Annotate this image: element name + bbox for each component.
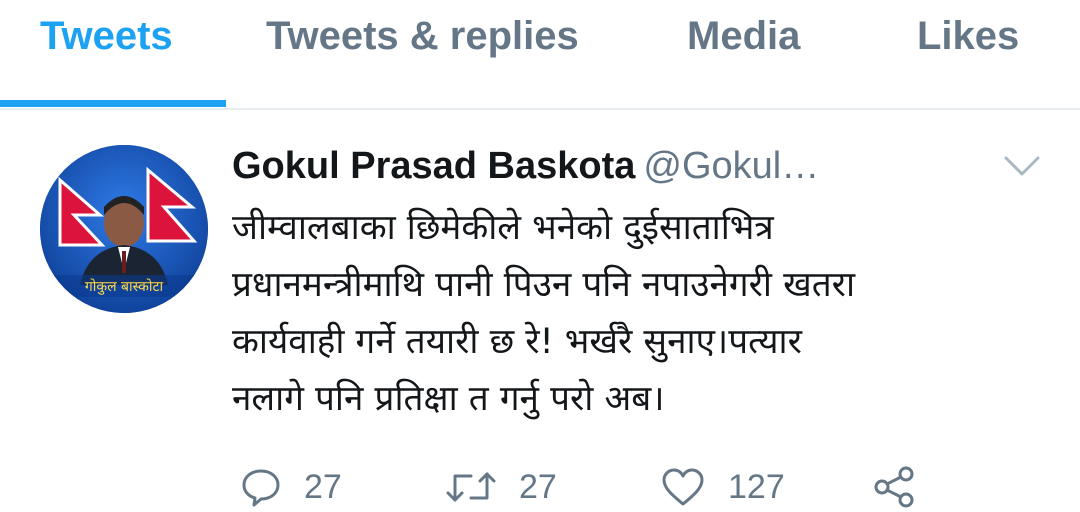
tweet-text-line: नलागे पनि प्रतिक्षा त गर्नु परो अब। — [232, 379, 665, 419]
chevron-down-icon — [1004, 156, 1040, 176]
like-count: 127 — [728, 467, 785, 506]
retweet-icon — [446, 472, 496, 502]
tweet-text-line: प्रधानमन्त्रीमाथि पानी पिउन पनि नपाउनेगर… — [232, 265, 856, 305]
like-button[interactable]: 127 — [660, 462, 785, 512]
retweet-button[interactable]: 27 — [445, 462, 557, 512]
avatar-caption: गोकुल बास्कोटा — [85, 278, 164, 295]
tweet-text-line: कार्यवाही गर्ने तयारी छ रे! भर्खरै सुनाए… — [232, 322, 802, 362]
tab-likes[interactable]: Likes — [917, 14, 1019, 59]
tab-tweets[interactable]: Tweets — [40, 14, 173, 59]
tweet-text-line: जीम्वालबाका छिमेकीले भनेको दुईसाताभित्र — [232, 208, 774, 248]
tweet-header: Gokul Prasad Baskota @Gokul… — [232, 145, 819, 193]
reply-count: 27 — [304, 467, 342, 506]
author-handle[interactable]: @Gokul… — [643, 145, 819, 187]
share-button[interactable] — [872, 462, 918, 512]
share-icon — [874, 466, 914, 508]
reply-button[interactable]: 27 — [240, 462, 342, 512]
avatar[interactable]: गोकुल बास्कोटा — [40, 145, 208, 313]
author-name[interactable]: Gokul Prasad Baskota — [232, 145, 635, 187]
reply-icon — [242, 469, 280, 507]
avatar-image: गोकुल बास्कोटा — [40, 145, 208, 313]
retweet-count: 27 — [519, 467, 557, 506]
profile-tabs: Tweets Tweets & replies Media Likes — [0, 0, 1080, 110]
tab-media[interactable]: Media — [687, 14, 800, 59]
active-tab-indicator — [0, 100, 226, 107]
tweet-menu-button[interactable] — [1000, 152, 1044, 180]
tweet-text: जीम्वालबाका छिमेकीले भनेको दुईसाताभित्र … — [232, 200, 1052, 428]
heart-icon — [662, 468, 704, 506]
tab-tweets-and-replies[interactable]: Tweets & replies — [266, 14, 579, 59]
